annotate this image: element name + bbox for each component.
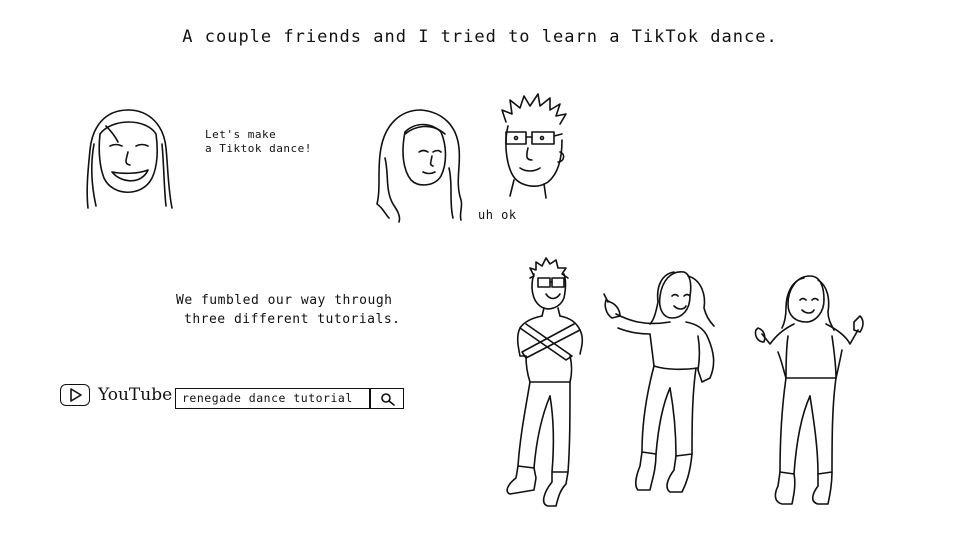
search-query: renegade dance tutorial [182, 391, 353, 405]
dancer-crossed-arms [506, 257, 584, 507]
speech-text: Let's make a Tiktok dance! [205, 128, 312, 156]
speech-line-1: Let's make [205, 128, 277, 141]
search-button[interactable] [369, 388, 404, 409]
caption-line-1: We fumbled our way through [176, 293, 393, 308]
caption-text: We fumbled our way through three differe… [176, 291, 401, 329]
speech-line-2: a Tiktok dance! [205, 142, 312, 155]
face-speaker [86, 109, 173, 209]
face-friend-wavy-hair [376, 109, 463, 223]
youtube-wordmark[interactable]: YouTube [98, 385, 172, 405]
page-title: A couple friends and I tried to learn a … [182, 27, 778, 47]
reply-text: uh ok [478, 208, 517, 222]
dancer-hands-up [754, 275, 864, 505]
face-friend-glasses [501, 93, 567, 199]
play-icon [70, 388, 82, 402]
search-icon [381, 393, 395, 406]
dancer-posing [603, 271, 715, 493]
youtube-logo[interactable] [60, 384, 90, 406]
caption-line-2: three different tutorials. [184, 312, 401, 327]
